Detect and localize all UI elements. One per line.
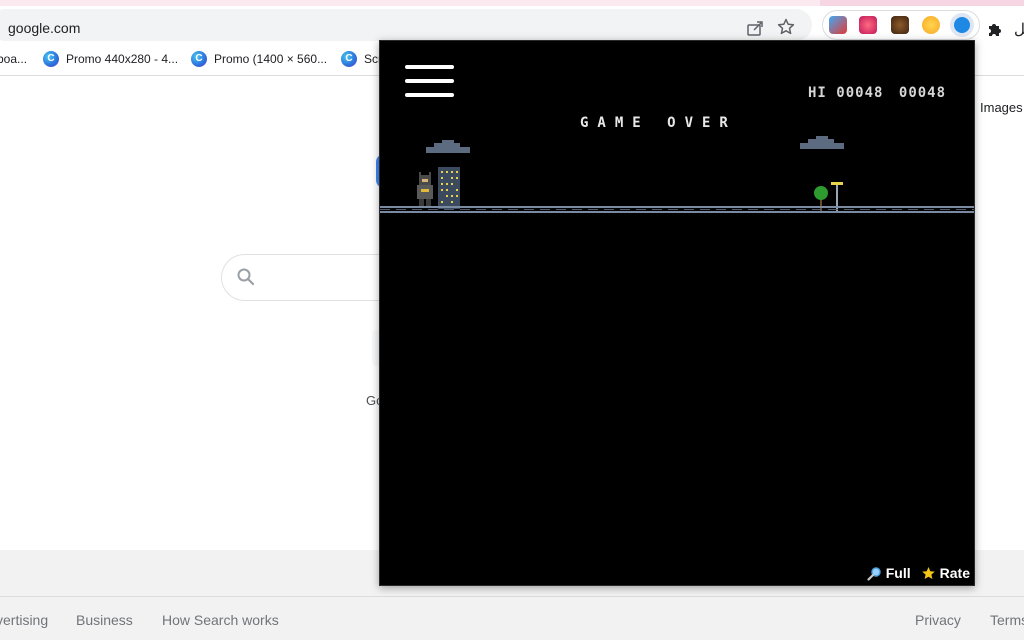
score-display: HI 00048 00048 (808, 85, 946, 101)
building-icon (438, 167, 460, 209)
shield-extension-icon[interactable] (829, 16, 847, 34)
fullscreen-button[interactable]: Full (867, 565, 911, 581)
bookmark-item[interactable]: boa... (0, 52, 27, 66)
footer-link-terms[interactable]: Terms (990, 612, 1024, 628)
menu-bar (405, 65, 454, 69)
profile-glyph[interactable]: ىل (1014, 20, 1024, 38)
menu-bar (405, 93, 454, 97)
cloud-icon (426, 140, 470, 153)
canva-icon: C (341, 51, 357, 67)
footer-link-business[interactable]: Business (76, 612, 133, 628)
bookmark-star-icon[interactable] (777, 18, 795, 36)
rate-button[interactable]: Rate (921, 565, 970, 581)
footer-link-privacy[interactable]: Privacy (915, 612, 961, 628)
images-link[interactable]: Images (980, 100, 1023, 115)
game-footer: Full Rate (867, 565, 970, 581)
batman-character-icon (417, 172, 433, 207)
menu-bar (405, 79, 454, 83)
hamburger-menu-icon[interactable] (405, 65, 454, 97)
extensions-puzzle-icon[interactable] (986, 22, 1002, 38)
bookmark-item[interactable]: Promo (1400 × 560... (214, 52, 327, 66)
footer-divider (0, 596, 1024, 597)
character-extension-icon[interactable] (891, 16, 909, 34)
star-icon (921, 566, 935, 579)
game-popup[interactable]: HI 00048 00048 GAME OVER Full Rate (379, 40, 975, 586)
rate-label: Rate (939, 565, 970, 581)
share-icon[interactable] (746, 19, 764, 37)
hi-label: HI (808, 85, 827, 101)
canva-icon: C (43, 51, 59, 67)
fullscreen-label: Full (885, 565, 911, 581)
url-text[interactable]: google.com (8, 20, 80, 36)
browser-toolbar: google.com ىل (0, 6, 1024, 44)
current-score: 00048 (898, 85, 947, 101)
game-over-text: GAME OVER (580, 115, 737, 131)
magnifier-icon (867, 566, 881, 581)
address-bar[interactable]: google.com (0, 9, 812, 41)
face-extension-icon[interactable] (922, 16, 940, 34)
footer-link-how-search-works[interactable]: How Search works (162, 612, 279, 628)
batman-extension-badge (954, 17, 970, 33)
footer-link-advertising[interactable]: vertising (0, 612, 48, 628)
tree-icon (814, 186, 828, 213)
bookmark-item[interactable]: Promo 440x280 - 4... (66, 52, 178, 66)
cloud-icon (800, 136, 844, 149)
street-lamp-icon (831, 182, 843, 213)
hi-score: 00048 (836, 85, 884, 101)
canva-icon: C (191, 51, 207, 67)
extensions-group (822, 10, 980, 40)
game-scene[interactable] (380, 131, 975, 221)
game-extension-icon[interactable] (859, 16, 877, 34)
search-icon (237, 268, 255, 286)
road-ground (380, 206, 974, 213)
batman-extension-icon[interactable] (950, 13, 974, 37)
